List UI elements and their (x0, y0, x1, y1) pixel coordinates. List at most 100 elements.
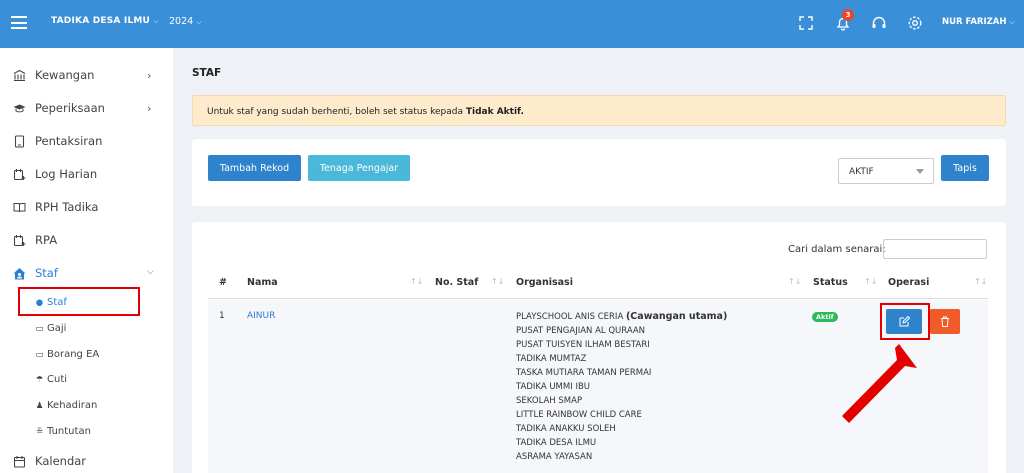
fullscreen-icon[interactable] (797, 14, 815, 32)
column-header-number[interactable]: # (219, 277, 227, 288)
sidebar-item-kalendar[interactable]: Kalendar (0, 447, 173, 473)
column-header-status[interactable]: Status (813, 277, 848, 288)
sidebar-subitem-label: Kehadiran (47, 400, 98, 411)
umbrella-icon: ☂ (35, 375, 44, 385)
sidebar-subitem-gaji[interactable]: ▭ Gaji (34, 323, 66, 334)
status-select[interactable]: AKTIF (838, 158, 934, 184)
column-header-nama[interactable]: Nama (247, 277, 278, 288)
sidebar-item-label: Pentaksiran (35, 134, 103, 148)
sidebar-item-log-harian[interactable]: Log Harian (0, 160, 173, 190)
sidebar-item-label: RPH Tadika (35, 200, 99, 214)
organisation-item: TADIKA DESA ILMU (516, 438, 597, 448)
bank-icon (13, 69, 26, 82)
sidebar-item-pentaksiran[interactable]: Pentaksiran (0, 127, 173, 157)
sort-icon[interactable]: ↑↓ (864, 277, 877, 286)
card-icon: ▭ (35, 324, 44, 334)
tablet-icon (14, 135, 25, 148)
search-input[interactable] (883, 239, 987, 259)
chevron-down-icon: ⌵ (1009, 18, 1015, 26)
teacher-button[interactable]: Tenaga Pengajar (308, 155, 410, 181)
table-card: Cari dalam senarai: # Nama ↑↓ No. Staf ↑… (192, 222, 1006, 473)
sidebar-item-staf[interactable]: Staf ⌵ (0, 259, 173, 289)
sidebar-subitem-cuti[interactable]: ☂ Cuti (34, 374, 67, 385)
graduation-cap-icon (13, 104, 26, 113)
status-select-value: AKTIF (849, 167, 874, 177)
sort-icon[interactable]: ↑↓ (410, 277, 423, 286)
user-name: NUR FARIZAH (942, 17, 1007, 27)
organisation-item: TADIKA MUMTAZ (516, 354, 587, 364)
organisation-item: ASRAMA YAYASAN (516, 452, 593, 462)
sidebar-item-peperiksaan[interactable]: Peperiksaan › (0, 94, 173, 124)
column-header-operasi[interactable]: Operasi (888, 277, 929, 288)
sidebar-item-label: Staf (35, 266, 58, 280)
receipt-icon: ≞ (35, 427, 44, 437)
organization-selector[interactable]: TADIKA DESA ILMU ⌵ (51, 16, 159, 26)
chevron-down-icon: ⌵ (196, 18, 202, 26)
sidebar-item-label: Kalendar (35, 454, 87, 468)
sidebar-item-label: Peperiksaan (35, 101, 105, 115)
sidebar-subitem-label: Borang EA (47, 349, 100, 360)
calendar-add-icon (13, 169, 26, 181)
book-icon (13, 203, 26, 213)
page-title: STAF (192, 67, 222, 79)
organisation-list: PLAYSCHOOL ANIS CERIA (Cawangan utama) P… (516, 310, 727, 464)
sidebar-item-label: Kewangan (35, 68, 95, 82)
search-label: Cari dalam senarai: (788, 244, 886, 255)
organisation-item: TASKA MUTIARA TAMAN PERMAI (516, 368, 652, 378)
gear-icon[interactable] (906, 14, 924, 32)
organisation-item: TADIKA ANAKKU SOLEH (516, 424, 616, 434)
sidebar-item-rph-tadika[interactable]: RPH Tadika (0, 193, 173, 223)
sidebar-subitem-label: Gaji (47, 323, 67, 334)
main-branch-tag: (Cawangan utama) (625, 311, 728, 322)
column-header-organisasi[interactable]: Organisasi (516, 277, 573, 288)
row-number: 1 (219, 311, 225, 321)
chevron-right-icon: › (147, 102, 152, 115)
user-menu[interactable]: NUR FARIZAH ⌵ (942, 17, 1015, 27)
trash-icon (941, 316, 949, 327)
add-record-button[interactable]: Tambah Rekod (208, 155, 301, 181)
sort-icon[interactable]: ↑↓ (788, 277, 801, 286)
highlight-box (18, 287, 140, 316)
sidebar-subitem-label: Cuti (47, 374, 68, 385)
sidebar-subitem-label: Tuntutan (47, 426, 91, 437)
notification-badge: 3 (842, 9, 854, 21)
sidebar-subitem-tuntutan[interactable]: ≞ Tuntutan (34, 426, 91, 437)
sort-icon[interactable]: ↑↓ (491, 277, 504, 286)
menu-icon[interactable] (11, 16, 27, 29)
caret-down-icon (916, 169, 924, 174)
chevron-down-icon: ⌵ (153, 17, 159, 25)
calendar-add-icon (13, 235, 26, 247)
organisation-item: LITTLE RAINBOW CHILD CARE (516, 410, 642, 420)
sidebar-subitem-kehadiran[interactable]: ♟ Kehadiran (34, 400, 98, 411)
top-bar: TADIKA DESA ILMU ⌵ 2024 ⌵ 3 NUR FARIZAH … (0, 0, 1024, 48)
organisation-main: PLAYSCHOOL ANIS CERIA (Cawangan utama) (516, 310, 727, 324)
house-user-icon (13, 268, 26, 280)
sort-icon[interactable]: ↑↓ (974, 277, 987, 286)
main-content: STAF Untuk staf yang sudah berhenti, bol… (173, 48, 1024, 473)
calendar-icon (13, 456, 26, 468)
headset-icon[interactable] (870, 14, 888, 32)
organisation-item: PUSAT PENGAJIAN AL QURAAN (516, 326, 646, 336)
status-badge: Aktif (812, 312, 838, 322)
chevron-right-icon: › (147, 69, 152, 82)
red-arrow-annotation (842, 344, 917, 423)
info-alert: Untuk staf yang sudah berhenti, boleh se… (192, 95, 1006, 126)
staff-name-link[interactable]: AINUR (247, 311, 275, 321)
delete-button[interactable] (930, 309, 960, 334)
organisation-item: PUSAT TUISYEN ILHAM BESTARI (516, 340, 650, 350)
header-divider (208, 298, 988, 299)
chevron-down-icon: ⌵ (147, 267, 154, 277)
alert-text: Untuk staf yang sudah berhenti, boleh se… (207, 107, 466, 117)
sidebar-item-label: RPA (35, 233, 58, 247)
column-header-no-staf[interactable]: No. Staf (435, 277, 478, 288)
filter-button[interactable]: Tapis (941, 155, 989, 181)
organisation-main-name: PLAYSCHOOL ANIS CERIA (516, 312, 624, 322)
year-selector[interactable]: 2024 ⌵ (169, 16, 202, 27)
organisation-item: SEKOLAH SMAP (516, 396, 583, 406)
sidebar-item-rpa[interactable]: RPA (0, 226, 173, 256)
toolbar-card: Tambah Rekod Tenaga Pengajar AKTIF Tapis (192, 139, 1006, 206)
sidebar-item-kewangan[interactable]: Kewangan › (0, 61, 173, 91)
sidebar-subitem-borang-ea[interactable]: ▭ Borang EA (34, 349, 99, 360)
highlight-box (880, 303, 930, 340)
sidebar: Kewangan › Peperiksaan › Pentaksiran Log… (0, 48, 173, 473)
